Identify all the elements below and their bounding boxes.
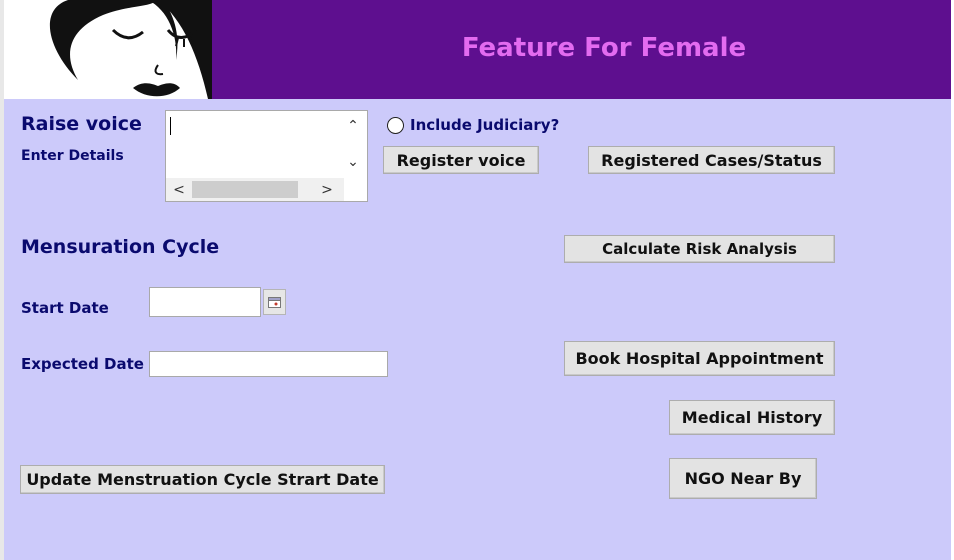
scroll-up-icon[interactable]: ⌃ — [342, 113, 364, 139]
calendar-glyph-icon — [268, 296, 281, 308]
voice-details-textarea[interactable]: ⌃ ⌄ < > — [165, 110, 368, 202]
radio-circle-icon[interactable] — [387, 116, 404, 134]
calendar-icon[interactable] — [263, 289, 286, 315]
start-date-input[interactable] — [149, 287, 261, 317]
start-date-label: Start Date — [21, 299, 109, 317]
book-hospital-appointment-button[interactable]: Book Hospital Appointment — [564, 341, 835, 376]
calculate-risk-button[interactable]: Calculate Risk Analysis — [564, 235, 835, 263]
raise-voice-heading: Raise voice — [21, 113, 142, 135]
scroll-right-icon[interactable]: > — [316, 178, 338, 201]
enter-details-label: Enter Details — [21, 148, 124, 164]
expected-date-label: Expected Date — [21, 355, 144, 373]
update-cycle-date-button[interactable]: Update Menstruation Cycle Strart Date — [20, 465, 385, 494]
scroll-left-icon[interactable]: < — [168, 178, 190, 201]
mensuration-cycle-heading: Mensuration Cycle — [21, 236, 220, 258]
logo — [8, 0, 212, 99]
woman-face-logo-icon — [49, 0, 212, 99]
expected-date-input[interactable] — [149, 351, 388, 377]
register-voice-button[interactable]: Register voice — [383, 146, 539, 174]
ngo-near-by-button[interactable]: NGO Near By — [669, 458, 817, 499]
scroll-thumb[interactable] — [192, 181, 298, 198]
text-cursor — [170, 117, 171, 135]
include-judiciary-radio[interactable]: Include Judiciary? — [387, 116, 559, 134]
registered-cases-button[interactable]: Registered Cases/Status — [588, 146, 835, 174]
include-judiciary-label: Include Judiciary? — [410, 116, 560, 134]
scroll-down-icon[interactable]: ⌄ — [342, 149, 364, 175]
page-title: Feature For Female — [461, 33, 747, 63]
medical-history-button[interactable]: Medical History — [669, 400, 835, 435]
